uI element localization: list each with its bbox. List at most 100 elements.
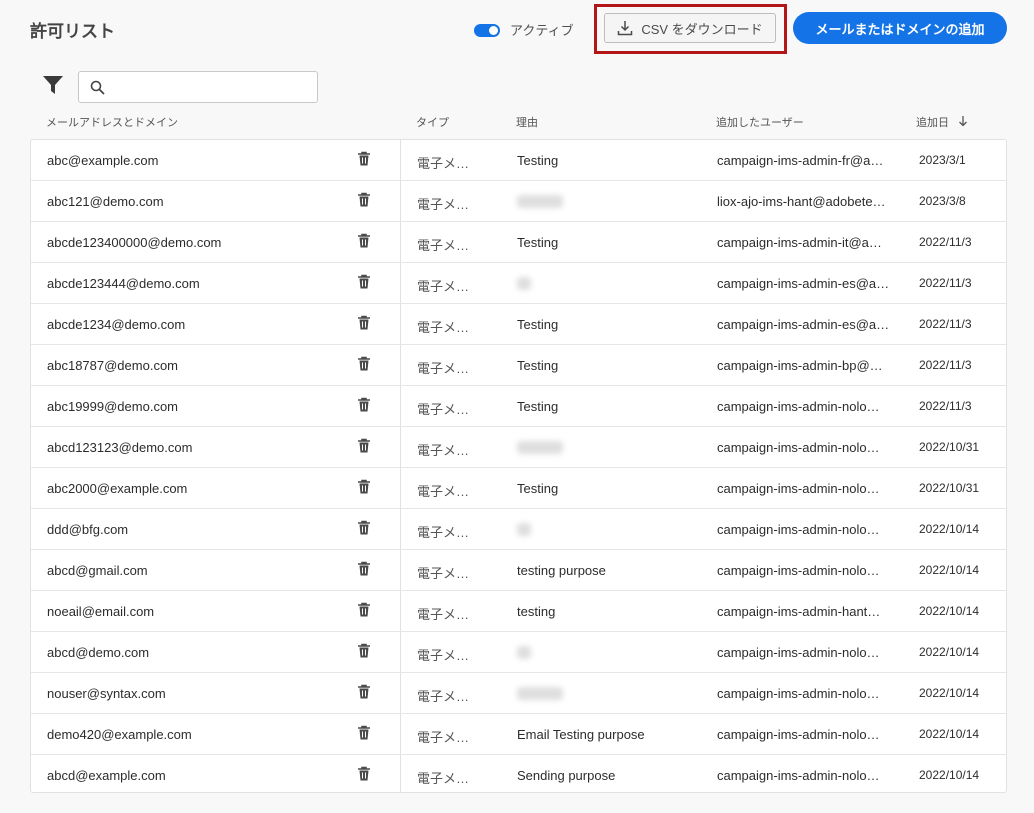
active-toggle[interactable] — [474, 24, 500, 37]
active-toggle-label: アクティブ — [510, 23, 574, 38]
column-header-added-by[interactable]: 追加したユーザー — [716, 114, 804, 130]
table-row[interactable]: abcd@demo.com 電子メ… campaign-ims-admin-nolo… — [31, 632, 1006, 673]
sort-descending-icon — [959, 116, 968, 127]
download-csv-button[interactable]: CSV をダウンロード — [604, 13, 776, 43]
date-cell: 2022/10/14 — [919, 686, 980, 700]
date-cell: 2022/10/31 — [919, 440, 980, 454]
date-cell: 2022/10/14 — [919, 604, 980, 618]
email-cell: abcde123400000@demo.com — [47, 235, 222, 250]
type-cell: 電子メ… — [417, 320, 470, 335]
trash-icon[interactable] — [357, 479, 371, 498]
table-row[interactable]: abc19999@demo.com 電子メ… Testing campaign-ims… — [31, 386, 1006, 427]
redacted-reason — [517, 277, 531, 290]
type-cell: 電子メ… — [417, 607, 470, 622]
trash-icon[interactable] — [357, 151, 371, 170]
search-input[interactable] — [113, 76, 313, 100]
trash-icon[interactable] — [357, 315, 371, 334]
email-cell: abcde1234@demo.com — [47, 317, 186, 332]
table-row[interactable]: abcde123400000@demo.com 電子メ… Testing campai… — [31, 222, 1006, 263]
table-row[interactable]: abcd@example.com 電子メ… Sending purpose campa… — [31, 755, 1006, 796]
type-cell: 電子メ… — [417, 156, 470, 171]
trash-icon[interactable] — [357, 356, 371, 375]
added-by-cell: campaign-ims-admin-nolo… — [717, 768, 880, 783]
table-row[interactable]: demo420@example.com 電子メ… Email Testing pur… — [31, 714, 1006, 755]
date-cell: 2022/10/14 — [919, 563, 980, 577]
add-email-or-domain-button[interactable]: メールまたはドメインの追加 — [793, 12, 1007, 44]
column-header-email[interactable]: メールアドレスとドメイン — [46, 114, 178, 130]
email-cell: ddd@bfg.com — [47, 522, 129, 537]
type-cell: 電子メ… — [417, 566, 470, 581]
trash-icon[interactable] — [357, 274, 371, 293]
trash-icon[interactable] — [357, 602, 371, 621]
reason-cell: testing — [517, 604, 556, 619]
date-cell: 2023/3/1 — [919, 153, 966, 167]
table-row[interactable]: abcde123444@demo.com 電子メ… campaign-ims-adm… — [31, 263, 1006, 304]
trash-icon[interactable] — [357, 397, 371, 416]
table-row[interactable]: abcd@gmail.com 電子メ… testing purpose campaig… — [31, 550, 1006, 591]
reason-cell: Sending purpose — [517, 768, 616, 783]
redacted-reason — [517, 523, 531, 536]
download-icon — [618, 21, 633, 36]
date-cell: 2022/10/14 — [919, 768, 980, 782]
date-cell: 2022/11/3 — [919, 399, 972, 413]
trash-icon[interactable] — [357, 192, 371, 211]
reason-cell: Email Testing purpose — [517, 727, 645, 742]
date-cell: 2022/10/31 — [919, 481, 980, 495]
redacted-reason — [517, 441, 563, 454]
search-field[interactable] — [78, 71, 318, 103]
date-cell: 2022/11/3 — [919, 235, 972, 249]
added-by-cell: campaign-ims-admin-nolo… — [717, 686, 880, 701]
added-by-cell: campaign-ims-admin-nolo… — [717, 440, 880, 455]
email-cell: abcd123123@demo.com — [47, 440, 193, 455]
type-cell: 電子メ… — [417, 197, 470, 212]
redacted-reason — [517, 687, 563, 700]
added-by-cell: campaign-ims-admin-nolo… — [717, 645, 880, 660]
trash-icon[interactable] — [357, 561, 371, 580]
email-cell: abcd@example.com — [47, 768, 166, 783]
table-row[interactable]: abc2000@example.com 電子メ… Testing campaign-i… — [31, 468, 1006, 509]
type-cell: 電子メ… — [417, 443, 470, 458]
trash-icon[interactable] — [357, 520, 371, 539]
email-cell: noeail@email.com — [47, 604, 155, 619]
date-cell: 2023/3/8 — [919, 194, 966, 208]
download-csv-label: CSV をダウンロード — [641, 21, 763, 37]
trash-icon[interactable] — [357, 766, 371, 785]
email-cell: abcde123444@demo.com — [47, 276, 200, 291]
trash-icon[interactable] — [357, 643, 371, 662]
date-cell: 2022/11/3 — [919, 358, 972, 372]
table-row[interactable]: abc@example.com 電子メ… Testing campaign-ims-a… — [31, 140, 1006, 181]
date-cell: 2022/10/14 — [919, 645, 980, 659]
table-row[interactable]: abc121@demo.com 電子メ… liox-ajo-ims-hant@ado… — [31, 181, 1006, 222]
date-cell: 2022/11/3 — [919, 317, 972, 331]
table-row[interactable]: nouser@syntax.com 電子メ… campaign-ims-admin-… — [31, 673, 1006, 714]
added-by-cell: campaign-ims-admin-nolo… — [717, 399, 880, 414]
toggle-knob — [489, 26, 498, 35]
table-row[interactable]: noeail@email.com 電子メ… testing campaign-ims-… — [31, 591, 1006, 632]
trash-icon[interactable] — [357, 438, 371, 457]
reason-cell: Testing — [517, 235, 559, 250]
trash-icon[interactable] — [357, 233, 371, 252]
table-row[interactable]: abcde1234@demo.com 電子メ… Testing campaign-im… — [31, 304, 1006, 345]
table-row[interactable]: ddd@bfg.com 電子メ… campaign-ims-admin-nolo… 2… — [31, 509, 1006, 550]
reason-cell: testing purpose — [517, 563, 606, 578]
trash-icon[interactable] — [357, 684, 371, 703]
date-cell: 2022/10/14 — [919, 522, 980, 536]
type-cell: 電子メ… — [417, 525, 470, 540]
table-row[interactable]: abc18787@demo.com 電子メ… Testing campaign-ims… — [31, 345, 1006, 386]
type-cell: 電子メ… — [417, 730, 470, 745]
type-cell: 電子メ… — [417, 484, 470, 499]
column-header-reason[interactable]: 理由 — [516, 114, 538, 130]
added-by-cell: campaign-ims-admin-es@a… — [717, 276, 889, 291]
filter-icon[interactable] — [42, 74, 64, 96]
type-cell: 電子メ… — [417, 238, 470, 253]
column-header-date-label: 追加日 — [916, 117, 949, 129]
column-header-type[interactable]: タイプ — [416, 114, 449, 130]
redacted-reason — [517, 646, 531, 659]
added-by-cell: campaign-ims-admin-bp@… — [717, 358, 883, 373]
added-by-cell: campaign-ims-admin-nolo… — [717, 563, 880, 578]
column-header-date[interactable]: 追加日 — [916, 114, 968, 130]
email-cell: nouser@syntax.com — [47, 686, 166, 701]
date-cell: 2022/10/14 — [919, 727, 980, 741]
trash-icon[interactable] — [357, 725, 371, 744]
table-row[interactable]: abcd123123@demo.com 電子メ… campaign-ims-admi… — [31, 427, 1006, 468]
